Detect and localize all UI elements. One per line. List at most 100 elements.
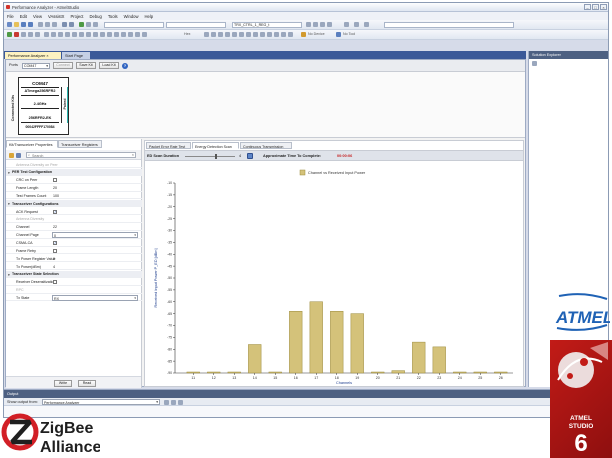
property-select[interactable]: RX ▾ bbox=[52, 295, 138, 301]
locals-icon[interactable] bbox=[93, 32, 98, 37]
bar-channel-14[interactable] bbox=[248, 344, 262, 374]
undo-icon[interactable] bbox=[62, 22, 67, 27]
previous-bookmark-icon[interactable] bbox=[253, 32, 258, 37]
build-icon[interactable] bbox=[86, 22, 91, 27]
property-value[interactable]: 4 bbox=[53, 265, 55, 269]
disassembly-icon[interactable] bbox=[51, 32, 56, 37]
modules-icon[interactable] bbox=[128, 32, 133, 37]
bar-channel-16[interactable] bbox=[289, 311, 303, 374]
bar-channel-18[interactable] bbox=[330, 311, 344, 374]
step-over-icon[interactable] bbox=[28, 32, 33, 37]
step-out-icon[interactable] bbox=[35, 32, 40, 37]
tab-kit-transceiver-properties[interactable]: Kit/Transceiver Properties bbox=[6, 140, 58, 148]
sync-icon[interactable] bbox=[532, 61, 537, 66]
format-icon[interactable] bbox=[204, 32, 209, 37]
bar-channel-12[interactable] bbox=[207, 371, 221, 374]
bar-channel-13[interactable] bbox=[227, 371, 241, 374]
redo-icon[interactable] bbox=[69, 22, 74, 27]
help-icon[interactable]: ? bbox=[122, 62, 128, 69]
maximize-button[interactable]: □ bbox=[592, 4, 599, 10]
menu-edit[interactable]: Edit bbox=[17, 12, 30, 19]
error-list-icon[interactable] bbox=[142, 32, 147, 37]
reset-icon[interactable] bbox=[274, 32, 279, 37]
collapse-category-icon[interactable]: ▾ bbox=[8, 171, 10, 175]
start-debugging-icon[interactable] bbox=[79, 22, 84, 27]
bar-channel-11[interactable] bbox=[186, 371, 200, 374]
tab-performance-analyzer[interactable]: Performance Analyzer × bbox=[5, 52, 61, 59]
output-source-select[interactable]: Performance Analyzer ▾ bbox=[42, 399, 160, 405]
tab-energy-detection-scan[interactable]: Energy Detection Scan bbox=[192, 142, 239, 149]
bar-channel-20[interactable] bbox=[371, 371, 385, 374]
property-category[interactable]: ▾ Transceiver Configurations bbox=[6, 200, 142, 208]
tab-packet-error-rate-test[interactable]: Packet Error Rate Test bbox=[146, 142, 191, 149]
bar-channel-24[interactable] bbox=[453, 371, 467, 374]
start-scan-icon[interactable] bbox=[247, 153, 253, 159]
menu-window[interactable]: Window bbox=[121, 12, 142, 19]
extension-icon[interactable] bbox=[354, 22, 359, 27]
memory-icon[interactable] bbox=[58, 32, 63, 37]
menu-project[interactable]: Project bbox=[67, 12, 86, 19]
bar-channel-22[interactable] bbox=[412, 341, 426, 374]
find-select[interactable] bbox=[166, 21, 226, 28]
trace-icon[interactable] bbox=[267, 32, 272, 37]
clear-bookmarks-icon[interactable] bbox=[260, 32, 265, 37]
property-value[interactable]: 22 bbox=[53, 225, 57, 229]
save-all-icon[interactable] bbox=[28, 22, 33, 27]
bar-channel-17[interactable] bbox=[309, 301, 323, 374]
tool-icon[interactable] bbox=[336, 32, 341, 37]
continue-icon[interactable] bbox=[7, 32, 12, 37]
menu-vassistx[interactable]: VAssistX bbox=[45, 12, 67, 19]
output-window-icon[interactable] bbox=[135, 32, 140, 37]
port-select[interactable]: COM47 ▾ bbox=[22, 62, 50, 69]
property-value[interactable]: 100 bbox=[53, 194, 59, 198]
property-value[interactable]: 0 bbox=[53, 257, 55, 261]
tab-continuous-transmission[interactable]: Continuous Transmission bbox=[240, 142, 292, 149]
load-kit-button[interactable]: Load Kit bbox=[99, 62, 119, 69]
read-button[interactable]: Read bbox=[78, 379, 96, 387]
alphabetical-icon[interactable] bbox=[16, 152, 21, 158]
find-message-icon[interactable] bbox=[164, 399, 169, 405]
property-checkbox[interactable]: ✓ bbox=[53, 241, 57, 245]
processor-icon[interactable] bbox=[86, 32, 91, 37]
property-checkbox[interactable] bbox=[53, 178, 57, 183]
collapse-category-icon[interactable]: ▾ bbox=[8, 273, 10, 277]
tab-transceiver-registers[interactable]: Transceiver Registers bbox=[58, 140, 102, 148]
device-icon[interactable] bbox=[301, 32, 306, 37]
menu-tools[interactable]: Tools bbox=[105, 12, 121, 19]
outdent-icon[interactable] bbox=[232, 32, 237, 37]
immediate-icon[interactable] bbox=[114, 32, 119, 37]
hex-toggle[interactable]: Hex bbox=[184, 32, 190, 36]
categorized-icon[interactable] bbox=[9, 152, 14, 158]
step-into-icon[interactable] bbox=[21, 32, 26, 37]
minimize-button[interactable]: – bbox=[584, 4, 591, 10]
no-device-label[interactable]: No Device bbox=[308, 32, 325, 36]
no-tool-label[interactable]: No Tool bbox=[343, 32, 355, 36]
collapse-category-icon[interactable]: ▾ bbox=[8, 202, 10, 206]
bar-channel-23[interactable] bbox=[432, 346, 446, 374]
device-programming-icon[interactable] bbox=[327, 22, 332, 27]
attach-icon[interactable] bbox=[281, 32, 286, 37]
copy-icon[interactable] bbox=[45, 22, 50, 27]
bar-channel-25[interactable] bbox=[473, 371, 487, 374]
property-checkbox[interactable] bbox=[53, 280, 57, 285]
clear-search-icon[interactable]: × bbox=[132, 153, 134, 157]
bar-channel-19[interactable] bbox=[350, 313, 364, 374]
call-stack-icon[interactable] bbox=[100, 32, 105, 37]
clear-all-icon[interactable] bbox=[171, 399, 176, 405]
uncomment-icon[interactable] bbox=[218, 32, 223, 37]
solution-explorer-icon[interactable] bbox=[306, 22, 311, 27]
property-select[interactable]: 0 ▾ bbox=[52, 232, 138, 238]
quick-launch-select[interactable] bbox=[384, 21, 514, 28]
properties-icon[interactable] bbox=[313, 22, 318, 27]
register-select[interactable]: TRX_CTRL_1_REG_t bbox=[232, 21, 302, 28]
property-checkbox[interactable] bbox=[53, 248, 57, 253]
bar-channel-15[interactable] bbox=[268, 371, 282, 374]
close-tab-icon[interactable]: × bbox=[46, 54, 48, 58]
word-wrap-icon[interactable] bbox=[178, 399, 183, 405]
menu-debug[interactable]: Debug bbox=[86, 12, 104, 19]
watch-icon[interactable] bbox=[72, 32, 77, 37]
indent-icon[interactable] bbox=[225, 32, 230, 37]
options-icon[interactable] bbox=[364, 22, 369, 27]
save-kit-button[interactable]: Save Kit bbox=[76, 62, 96, 69]
kit-card[interactable]: COM47 ATmega256RFR2 2.4GHz 256RFR2-EK 00… bbox=[18, 77, 69, 135]
